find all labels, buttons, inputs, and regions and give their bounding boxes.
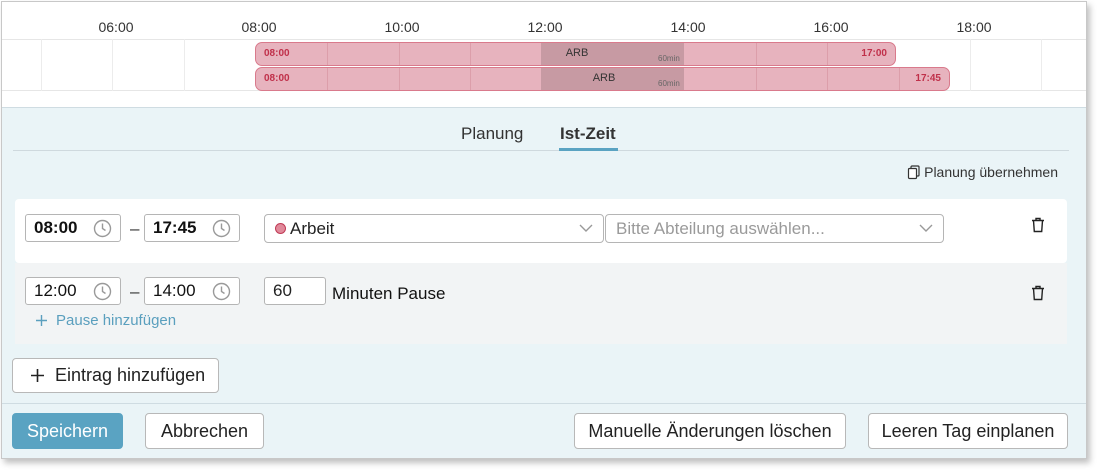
- bar-pause-label: 60min: [658, 79, 680, 88]
- tick-label: 18:00: [956, 19, 992, 35]
- tick-label: 06:00: [98, 19, 134, 35]
- entry-end-time-input[interactable]: 17:45: [144, 214, 240, 242]
- time-separator: –: [130, 282, 140, 301]
- activity-color-dot: [275, 223, 286, 234]
- pause-row: 12:00 – 14:00 60 Minuten Pause Pause hin…: [15, 263, 1067, 344]
- pause-minutes-label: Minuten Pause: [332, 284, 446, 303]
- entry-start-value: 08:00: [34, 218, 78, 237]
- footer-divider: [2, 403, 1086, 404]
- shift-bar-actual[interactable]: 08:00 ARB 60min 17:45: [255, 67, 950, 91]
- pause-minutes-input[interactable]: 60: [264, 277, 326, 305]
- grid-line: [41, 39, 42, 91]
- bar-activity-code: ARB: [592, 72, 616, 84]
- shift-bar-planned[interactable]: 08:00 ARB 60min 17:00: [255, 42, 896, 66]
- day-timeline: 06:00 08:00 10:00 12:00 14:00 16:00 18:0…: [2, 2, 1086, 108]
- grid-line: [2, 39, 1086, 40]
- pause-start-value: 12:00: [34, 281, 77, 300]
- plan-empty-day-button[interactable]: Leeren Tag einplanen: [868, 413, 1068, 449]
- add-entry-button[interactable]: Eintrag hinzufügen: [12, 358, 219, 393]
- tabs-divider: [13, 150, 1069, 151]
- pause-end-value: 14:00: [153, 281, 196, 300]
- grid-line: [112, 39, 113, 91]
- add-pause-link[interactable]: Pause hinzufügen: [35, 312, 176, 329]
- bar-pause-label: 60min: [658, 54, 680, 63]
- adopt-plan-button[interactable]: Planung übernehmen: [907, 164, 1058, 180]
- plus-icon: [31, 369, 44, 382]
- department-select[interactable]: Bitte Abteilung auswählen...: [605, 214, 944, 243]
- time-entry-row: 08:00 – 17:45 Arbeit Bitte Abteilung aus…: [15, 199, 1067, 263]
- grid-line: [970, 39, 971, 91]
- pause-end-time-input[interactable]: 14:00: [144, 277, 240, 305]
- clock-icon[interactable]: [212, 282, 231, 301]
- tab-planung[interactable]: Planung: [461, 124, 523, 144]
- add-entry-label: Eintrag hinzufügen: [55, 365, 206, 385]
- grid-line: [1041, 39, 1042, 91]
- pause-start-time-input[interactable]: 12:00: [25, 277, 121, 305]
- grid-line: [184, 39, 185, 91]
- bar-start-time: 08:00: [264, 48, 290, 59]
- entry-start-time-input[interactable]: 08:00: [25, 214, 121, 242]
- chevron-down-icon: [579, 224, 593, 232]
- adopt-plan-label: Planung übernehmen: [924, 164, 1058, 180]
- active-tab-indicator: [559, 148, 618, 151]
- tick-label: 16:00: [813, 19, 849, 35]
- copy-icon: [908, 164, 920, 179]
- department-placeholder: Bitte Abteilung auswählen...: [616, 218, 825, 238]
- tick-label: 14:00: [670, 19, 706, 35]
- activity-value: Arbeit: [290, 218, 335, 238]
- tick-label: 10:00: [384, 19, 420, 35]
- clock-icon[interactable]: [93, 219, 112, 238]
- pause-minutes-value: 60: [273, 281, 292, 300]
- delete-pause-trash-icon[interactable]: [1031, 285, 1045, 301]
- add-pause-label: Pause hinzufügen: [56, 312, 177, 329]
- tick-label: 12:00: [527, 19, 563, 35]
- clock-icon[interactable]: [212, 219, 231, 238]
- tab-ist-zeit[interactable]: Ist-Zeit: [560, 124, 616, 144]
- bar-start-time: 08:00: [264, 73, 290, 84]
- chevron-down-icon: [919, 224, 933, 232]
- bar-end-time: 17:45: [915, 73, 941, 84]
- time-entry-dialog: 06:00 08:00 10:00 12:00 14:00 16:00 18:0…: [1, 1, 1087, 459]
- clear-manual-changes-button[interactable]: Manuelle Änderungen löschen: [574, 413, 846, 449]
- time-separator: –: [130, 219, 140, 238]
- save-button[interactable]: Speichern: [12, 413, 123, 449]
- bar-end-time: 17:00: [861, 48, 887, 59]
- bar-activity-code: ARB: [565, 47, 589, 59]
- tick-label: 08:00: [241, 19, 277, 35]
- cancel-button[interactable]: Abbrechen: [145, 413, 264, 449]
- activity-select[interactable]: Arbeit: [264, 214, 604, 243]
- entry-end-value: 17:45: [153, 218, 197, 237]
- clock-icon[interactable]: [93, 282, 112, 301]
- plus-icon: [36, 315, 47, 326]
- delete-entry-trash-icon[interactable]: [1031, 217, 1045, 233]
